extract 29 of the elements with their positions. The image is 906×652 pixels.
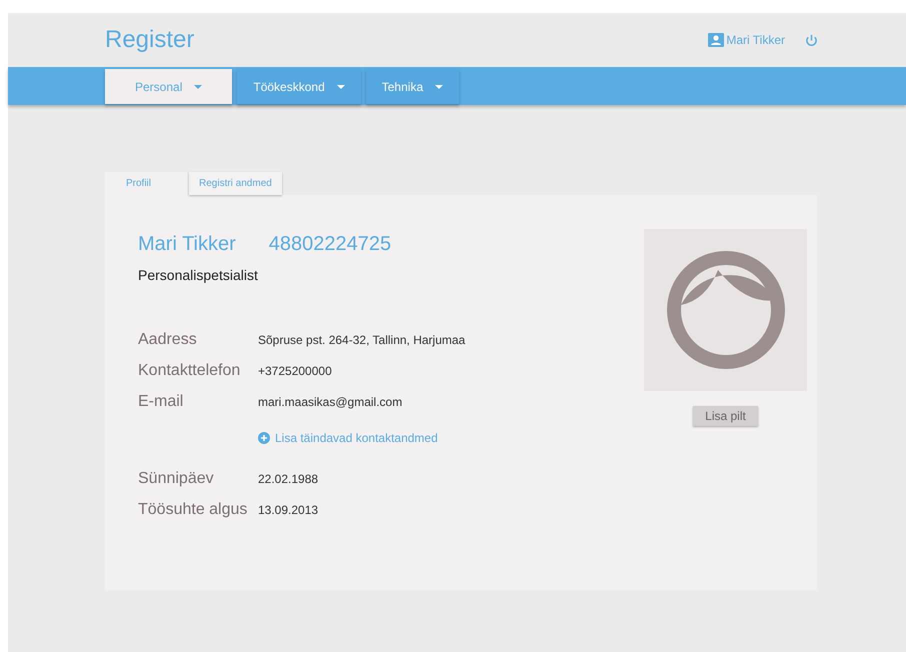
person-name: Mari Tikker	[138, 232, 236, 257]
nav-tab[interactable]: Personal	[105, 69, 232, 104]
field-label: Kontakttelefon	[138, 361, 242, 381]
field-label: Töösuhte algus	[138, 500, 248, 520]
field-value: Sõpruse pst. 264-32, Tallinn, Harjumaa	[258, 332, 466, 349]
user-icon	[708, 33, 724, 47]
field-label: E-mail	[138, 392, 184, 412]
profile-tab[interactable]: Registri andmed	[189, 172, 282, 195]
caret-icon	[194, 84, 202, 88]
add-photo-button[interactable]: Lisa pilt	[693, 406, 758, 426]
profile-tab[interactable]: Profiil	[105, 172, 187, 195]
job-title: Personalispetsialist	[138, 266, 259, 285]
field-value: 13.09.2013	[258, 502, 318, 519]
field-value: mari.maasikas@gmail.com	[258, 394, 402, 411]
app-title: Register	[105, 25, 194, 55]
user-menu[interactable]: Mari Tikker	[708, 31, 785, 49]
field-value: 22.02.1988	[258, 471, 318, 488]
caret-icon	[435, 84, 444, 88]
field-value: +3725200000	[258, 363, 332, 380]
nav-tab[interactable]: Töökeskkond	[237, 69, 361, 104]
add-contact-link[interactable]: Lisa täindavad kontaktandmed	[258, 429, 438, 447]
nav-tab[interactable]: Tehnika	[366, 69, 460, 104]
field-label: Sünnipäev	[138, 469, 215, 489]
power-icon[interactable]	[805, 34, 818, 46]
field-label: Aadress	[138, 330, 198, 350]
caret-icon	[336, 84, 345, 88]
plus-circle-icon	[258, 432, 270, 444]
avatar-icon	[666, 250, 786, 370]
id-code: 48802224725	[268, 232, 392, 257]
